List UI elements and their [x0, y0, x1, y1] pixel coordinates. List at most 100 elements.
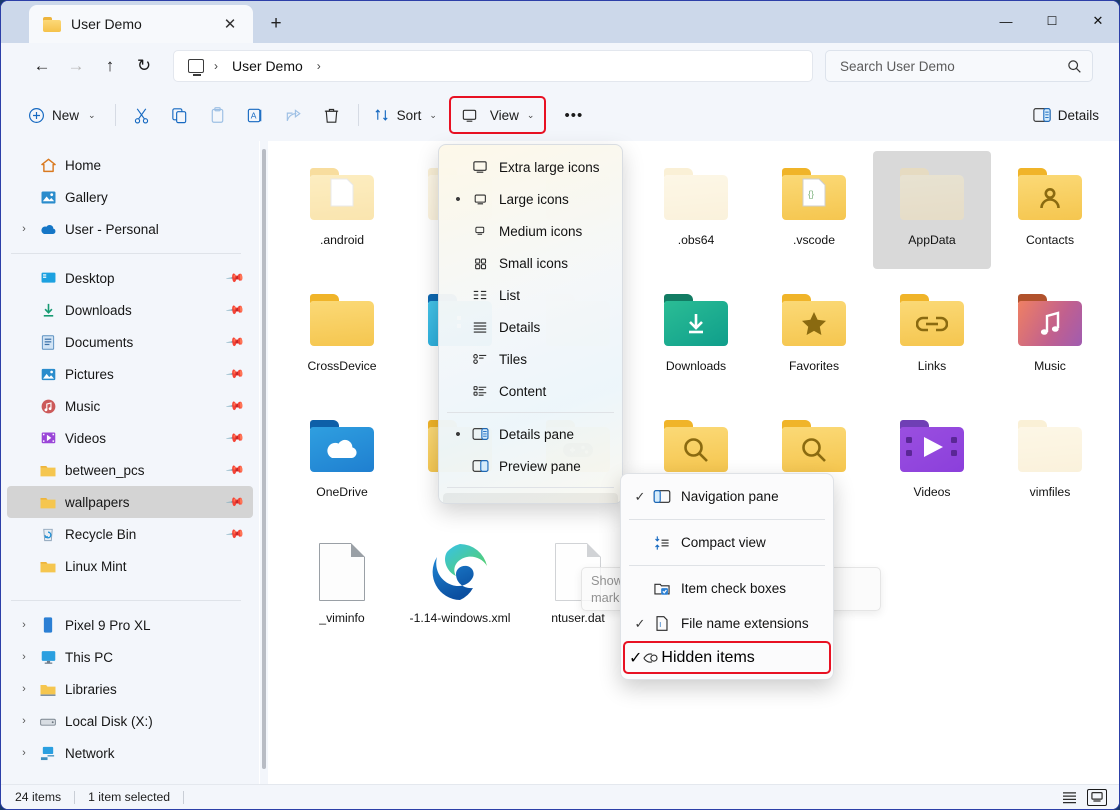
cut-button[interactable] — [123, 98, 161, 132]
menu-item-details-pane[interactable]: • Details pane — [443, 418, 618, 450]
new-tab-button[interactable]: + — [259, 7, 293, 41]
menu-item-content[interactable]: Content — [443, 375, 618, 407]
sidebar-scrollbar-thumb[interactable] — [262, 149, 266, 769]
delete-button[interactable] — [313, 98, 351, 132]
breadcrumb-chevron-icon[interactable]: › — [210, 59, 222, 73]
file-item-appdata[interactable]: AppData — [873, 151, 991, 269]
sidebar-item-documents[interactable]: Documents 📌 — [7, 326, 253, 358]
sidebar-item-home[interactable]: Home — [7, 149, 253, 181]
menu-item-navigation-pane[interactable]: ✓ Navigation pane — [625, 479, 829, 514]
breadcrumb-user-demo[interactable]: User Demo — [228, 56, 307, 76]
sidebar-item-pixel-9-pro-xl[interactable]: › Pixel 9 Pro XL — [7, 609, 253, 641]
file-item-contacts[interactable]: Contacts — [991, 151, 1109, 269]
chevron-right-icon[interactable]: › — [13, 223, 35, 235]
menu-item-item-check-boxes[interactable]: Item check boxes — [625, 571, 829, 606]
menu-item-small-icons[interactable]: Small icons — [443, 247, 618, 279]
navigation-pane[interactable]: Home Gallery › User - Personal Desktop 📌 — [1, 141, 259, 786]
sidebar-item-pictures[interactable]: Pictures 📌 — [7, 358, 253, 390]
pin-icon[interactable]: 📌 — [225, 300, 245, 320]
tab-user-demo[interactable]: User Demo ✕ — [29, 5, 253, 43]
pin-icon[interactable]: 📌 — [225, 492, 245, 512]
this-pc-icon[interactable] — [188, 59, 204, 76]
sidebar-item-downloads[interactable]: Downloads 📌 — [7, 294, 253, 326]
view-chevron-down-icon[interactable]: ⌄ — [527, 110, 535, 121]
sidebar-item-music[interactable]: Music 📌 — [7, 390, 253, 422]
menu-item-compact-view[interactable]: Compact view — [625, 525, 829, 560]
sidebar-item-this-pc[interactable]: › This PC — [7, 641, 253, 673]
pin-icon[interactable]: 📌 — [225, 364, 245, 384]
sidebar-item-videos[interactable]: Videos 📌 — [7, 422, 253, 454]
menu-item-tiles[interactable]: Tiles — [443, 343, 618, 375]
sidebar-item-libraries[interactable]: › Libraries — [7, 673, 253, 705]
pin-icon[interactable]: 📌 — [225, 332, 245, 352]
file-item-onedrive[interactable]: OneDrive — [283, 403, 401, 521]
file-item-obs64[interactable]: .obs64 — [637, 151, 755, 269]
pin-icon[interactable]: 📌 — [225, 428, 245, 448]
menu-item-large-icons[interactable]: • Large icons — [443, 183, 618, 215]
file-item-edge-xml[interactable]: -1.14-windows.xml — [401, 529, 519, 647]
file-item-downloads[interactable]: Downloads — [637, 277, 755, 395]
menu-item-extra-large-icons[interactable]: Extra large icons — [443, 151, 618, 183]
copy-button[interactable] — [161, 98, 199, 132]
large-icons-view-icon[interactable] — [1087, 788, 1107, 806]
pin-icon[interactable]: 📌 — [225, 460, 245, 480]
file-item-viminfo[interactable]: _viminfo — [283, 529, 401, 647]
sidebar-item-network[interactable]: › Network — [7, 737, 253, 769]
search-box[interactable] — [825, 50, 1093, 82]
chevron-right-icon[interactable]: › — [13, 715, 35, 727]
chevron-right-icon[interactable]: › — [13, 747, 35, 759]
menu-item-medium-icons[interactable]: Medium icons — [443, 215, 618, 247]
chevron-right-icon[interactable]: › — [13, 619, 35, 631]
show-submenu[interactable]: ✓ Navigation pane Compact view Item chec… — [620, 473, 834, 680]
pin-icon[interactable]: 📌 — [225, 268, 245, 288]
new-button[interactable]: New ⌄ — [19, 98, 108, 132]
sidebar-item-local-disk-x[interactable]: › Local Disk (X:) — [7, 705, 253, 737]
sort-button[interactable]: Sort ⌄ — [366, 98, 445, 132]
menu-item-show[interactable]: Show › — [443, 493, 618, 504]
search-input[interactable] — [840, 58, 1067, 74]
rename-button[interactable]: A — [237, 98, 275, 132]
pin-icon[interactable]: 📌 — [225, 396, 245, 416]
details-pane-button[interactable]: Details — [1033, 107, 1099, 123]
list-view-icon[interactable] — [1059, 789, 1079, 806]
sidebar-item-user-personal[interactable]: › User - Personal — [7, 213, 253, 245]
chevron-right-icon[interactable]: › — [13, 683, 35, 695]
pin-icon[interactable]: 📌 — [225, 524, 245, 544]
file-item-crossdevice[interactable]: CrossDevice — [283, 277, 401, 395]
sidebar-item-linux-mint[interactable]: Linux Mint — [7, 550, 253, 582]
sidebar-item-wallpapers[interactable]: wallpapers 📌 — [7, 486, 253, 518]
submenu-arrow-icon[interactable]: › — [600, 503, 604, 504]
up-button[interactable]: ↑ — [93, 50, 127, 82]
chevron-down-icon[interactable]: ⌄ — [88, 110, 96, 121]
menu-item-preview-pane[interactable]: Preview pane — [443, 450, 618, 482]
search-icon[interactable] — [1067, 59, 1082, 74]
sidebar-item-between-pcs[interactable]: between_pcs 📌 — [7, 454, 253, 486]
address-bar[interactable]: › User Demo › — [173, 50, 813, 82]
file-item-videos[interactable]: Videos — [873, 403, 991, 521]
file-list[interactable]: .android .obs64 {} .vscode AppData Conta… — [269, 141, 1119, 786]
view-button[interactable]: View ⌄ — [448, 96, 547, 134]
breadcrumb-chevron-end-icon[interactable]: › — [313, 59, 325, 73]
sort-chevron-down-icon[interactable]: ⌄ — [429, 110, 437, 121]
file-item-links[interactable]: Links — [873, 277, 991, 395]
refresh-button[interactable]: ↻ — [127, 50, 161, 82]
more-options-button[interactable]: ••• — [556, 98, 591, 132]
minimize-button[interactable]: — — [983, 1, 1029, 41]
file-item-favorites[interactable]: Favorites — [755, 277, 873, 395]
back-button[interactable]: ← — [25, 50, 59, 82]
menu-item-list[interactable]: List — [443, 279, 618, 311]
file-item-music[interactable]: Music — [991, 277, 1109, 395]
close-tab-icon[interactable]: ✕ — [217, 11, 243, 37]
menu-item-details[interactable]: Details — [443, 311, 618, 343]
menu-item-hidden-items[interactable]: ✓ Hidden items — [623, 641, 831, 674]
file-item-vimfiles[interactable]: vimfiles — [991, 403, 1109, 521]
file-item-android[interactable]: .android — [283, 151, 401, 269]
menu-item-file-name-extensions[interactable]: ✓ I File name extensions — [625, 606, 829, 641]
view-menu[interactable]: Extra large icons • Large icons Medium i… — [438, 144, 623, 504]
sidebar-item-desktop[interactable]: Desktop 📌 — [7, 262, 253, 294]
close-window-button[interactable]: ✕ — [1075, 1, 1119, 41]
chevron-right-icon[interactable]: › — [13, 651, 35, 663]
file-item-vscode[interactable]: {} .vscode — [755, 151, 873, 269]
sidebar-item-gallery[interactable]: Gallery — [7, 181, 253, 213]
sidebar-item-recycle-bin[interactable]: Recycle Bin 📌 — [7, 518, 253, 550]
